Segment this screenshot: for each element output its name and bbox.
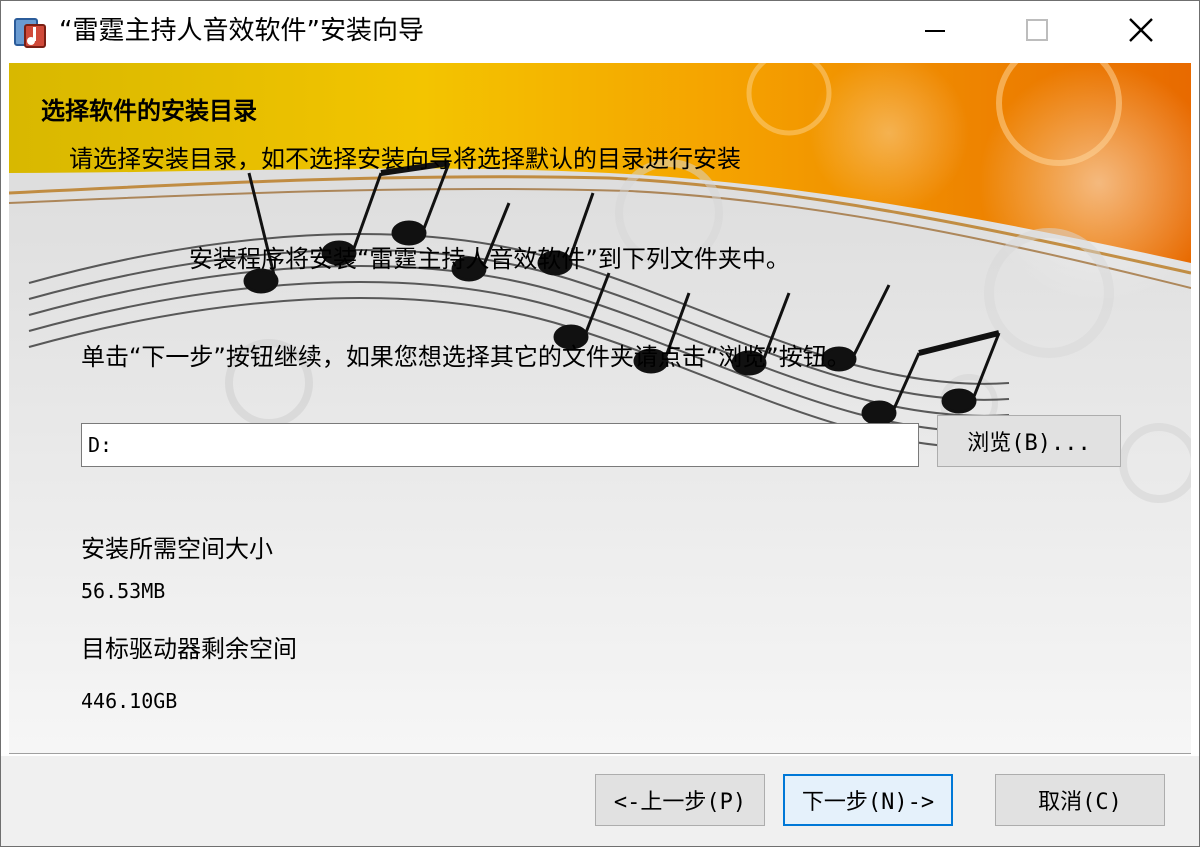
browse-button[interactable]: 浏览(B)... <box>937 415 1121 467</box>
page-heading: 选择软件的安装目录 <box>41 97 257 125</box>
maximize-button[interactable] <box>987 1 1087 63</box>
cancel-button[interactable]: 取消(C) <box>995 774 1165 826</box>
minimize-icon <box>923 18 947 46</box>
title-bar[interactable]: “雷霆主持人音效软件”安装向导 <box>1 1 1199 63</box>
install-info-line2: 单击“下一步”按钮继续，如果您想选择其它的文件夹请点击“浏览”按钮。 <box>81 343 851 371</box>
page-subheading: 请选择安装目录，如不选择安装向导将选择默认的目录进行安装 <box>69 145 741 173</box>
installer-window: “雷霆主持人音效软件”安装向导 选择软件的安装目录 请选择安装目录，如不选择安装… <box>0 0 1200 847</box>
install-path-input[interactable] <box>81 423 919 467</box>
back-button[interactable]: <-上一步(P) <box>595 774 765 826</box>
required-space-label: 安装所需空间大小 <box>81 535 273 563</box>
install-info-line1: 安装程序将安装“雷霆主持人音效软件”到下列文件夹中。 <box>189 245 790 273</box>
close-icon <box>1128 17 1154 47</box>
free-space-label: 目标驱动器剩余空间 <box>81 635 297 663</box>
next-button[interactable]: 下一步(N)-> <box>783 774 953 826</box>
window-title: “雷霆主持人音效软件”安装向导 <box>59 16 424 46</box>
minimize-button[interactable] <box>885 1 985 63</box>
content-panel: 选择软件的安装目录 请选择安装目录，如不选择安装向导将选择默认的目录进行安装 安… <box>9 63 1191 753</box>
music-app-icon <box>11 13 49 51</box>
required-space-value: 56.53MB <box>81 579 166 603</box>
maximize-icon <box>1025 18 1049 46</box>
button-bar: <-上一步(P) 下一步(N)-> 取消(C) <box>1 756 1199 846</box>
bottom-separator <box>9 753 1191 755</box>
free-space-value: 446.10GB <box>81 689 178 713</box>
close-button[interactable] <box>1091 1 1191 63</box>
